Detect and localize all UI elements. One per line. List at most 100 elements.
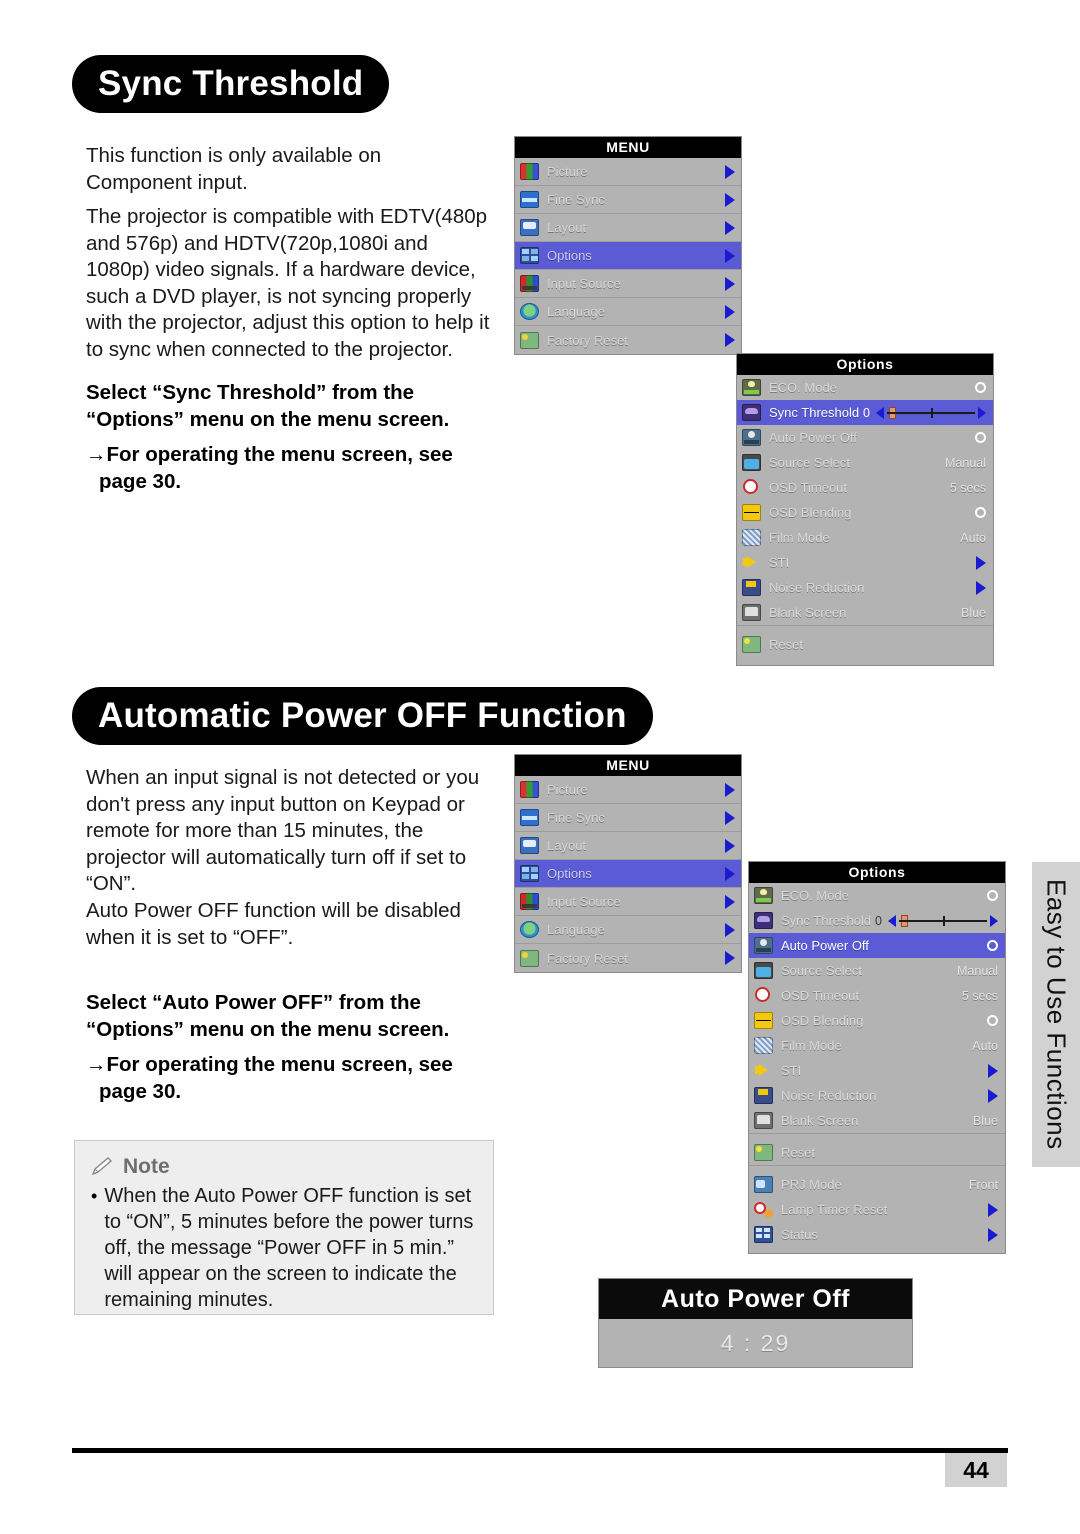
picture-icon [520, 163, 539, 180]
eco-mode-radio[interactable] [975, 382, 986, 393]
eco-mode-icon [754, 887, 773, 904]
osd-auto-power-off-countdown: 4 : 29 [599, 1319, 912, 1367]
footer-rule [72, 1448, 1008, 1453]
menu-item-fine-sync[interactable]: Fine Sync [515, 186, 741, 214]
option-reset[interactable]: Reset [737, 632, 993, 657]
option-film-mode[interactable]: Film Mode Auto [737, 525, 993, 550]
option-source-select[interactable]: Source Select Manual [737, 450, 993, 475]
option-osd-blending[interactable]: OSD Blending [737, 500, 993, 525]
auto-power-off-radio[interactable] [987, 940, 998, 951]
fine-sync-icon [520, 191, 539, 208]
option-sti-label: STI [781, 1063, 802, 1078]
option-eco-mode[interactable]: ECO. Mode [737, 375, 993, 400]
option-reset[interactable]: Reset [749, 1140, 1005, 1165]
menu-item-input-source[interactable]: Input Source [515, 888, 741, 916]
option-film-mode[interactable]: Film Mode Auto [749, 1033, 1005, 1058]
chevron-right-icon [725, 810, 735, 825]
option-auto-power-off-label: Auto Power Off [769, 430, 857, 445]
osd-blending-radio[interactable] [987, 1015, 998, 1026]
sync-threshold-instructions: Select “Sync Threshold” from the “Option… [86, 380, 506, 495]
sti-icon [754, 1062, 773, 1079]
sync-threshold-slider[interactable]: 0 [863, 406, 986, 420]
option-osd-blending[interactable]: OSD Blending [749, 1008, 1005, 1033]
option-noise-reduction[interactable]: Noise Reduction [749, 1083, 1005, 1108]
menu-item-picture[interactable]: Picture [515, 776, 741, 804]
eco-mode-icon [742, 379, 761, 396]
option-reset-label: Reset [781, 1145, 815, 1160]
option-sync-threshold-label: Sync Threshold [781, 913, 872, 928]
option-source-select[interactable]: Source Select Manual [749, 958, 1005, 983]
chevron-right-icon [725, 164, 735, 179]
increase-arrow-icon[interactable] [978, 406, 986, 419]
option-film-mode-label: Film Mode [781, 1038, 842, 1053]
decrease-arrow-icon[interactable] [888, 914, 896, 927]
sync-threshold-paragraph-1: This function is only available on Compo… [86, 144, 382, 194]
note-header: Note [91, 1155, 477, 1179]
option-eco-mode[interactable]: ECO. Mode [749, 883, 1005, 908]
option-blank-screen[interactable]: Blank Screen Blue [749, 1108, 1005, 1133]
option-auto-power-off[interactable]: Auto Power Off [749, 933, 1005, 958]
menu-item-factory-reset[interactable]: Factory Reset [515, 326, 741, 354]
chevron-right-icon [725, 304, 735, 319]
osd-auto-power-off-message: Auto Power Off 4 : 29 [598, 1278, 913, 1368]
slider-track[interactable] [887, 406, 975, 419]
picture-icon [520, 781, 539, 798]
menu-item-input-source[interactable]: Input Source [515, 270, 741, 298]
menu-item-fine-sync-label: Fine Sync [547, 810, 605, 825]
option-sti-label: STI [769, 555, 790, 570]
options-icon [520, 247, 539, 264]
chevron-right-icon [725, 192, 735, 207]
option-lamp-timer-reset[interactable]: Lamp Timer Reset [749, 1197, 1005, 1222]
blank-screen-value: Blue [960, 605, 986, 620]
option-sync-threshold[interactable]: Sync Threshold 0 [737, 400, 993, 425]
option-status[interactable]: Status [749, 1222, 1005, 1247]
menu-item-factory-reset[interactable]: Factory Reset [515, 944, 741, 972]
menu-item-layout[interactable]: Layout [515, 214, 741, 242]
menu-item-picture[interactable]: Picture [515, 158, 741, 186]
option-osd-timeout[interactable]: OSD Timeout 5 secs [737, 475, 993, 500]
option-sync-threshold[interactable]: Sync Threshold 0 [749, 908, 1005, 933]
auto-power-off-instruction-line-1: Select “Auto Power OFF” from the “Option… [86, 991, 450, 1041]
menu-item-fine-sync[interactable]: Fine Sync [515, 804, 741, 832]
eco-mode-radio[interactable] [987, 890, 998, 901]
osd-auto-power-off-title: Auto Power Off [599, 1279, 912, 1319]
osd-menu-title-bottom: MENU [515, 755, 741, 776]
menu-item-language-label: Language [547, 922, 605, 937]
menu-item-layout[interactable]: Layout [515, 832, 741, 860]
slider-knob[interactable] [901, 914, 908, 927]
auto-power-off-icon [754, 937, 773, 954]
prj-mode-icon [754, 1176, 773, 1193]
menu-item-options[interactable]: Options [515, 242, 741, 270]
sync-threshold-slider[interactable]: 0 [875, 914, 998, 928]
menu-item-language[interactable]: Language [515, 916, 741, 944]
input-source-icon [520, 893, 539, 910]
sync-threshold-value: 0 [875, 913, 882, 928]
option-blank-screen[interactable]: Blank Screen Blue [737, 600, 993, 625]
pencil-icon [91, 1157, 113, 1176]
option-film-mode-label: Film Mode [769, 530, 830, 545]
increase-arrow-icon[interactable] [990, 914, 998, 927]
chevron-right-icon [725, 894, 735, 909]
osd-blending-radio[interactable] [975, 507, 986, 518]
slider-knob[interactable] [889, 406, 896, 419]
decrease-arrow-icon[interactable] [876, 406, 884, 419]
source-select-icon [754, 962, 773, 979]
slider-track[interactable] [899, 914, 987, 927]
factory-reset-icon [520, 331, 539, 349]
option-noise-reduction[interactable]: Noise Reduction [737, 575, 993, 600]
slider-center-tick [931, 407, 933, 418]
option-sti[interactable]: STI [737, 550, 993, 575]
noise-reduction-icon [754, 1087, 773, 1104]
option-reset-label: Reset [769, 637, 803, 652]
sync-threshold-instruction-line-1: Select “Sync Threshold” from the “Option… [86, 381, 450, 431]
menu-item-language[interactable]: Language [515, 298, 741, 326]
option-prj-mode[interactable]: PRJ Mode Front [749, 1172, 1005, 1197]
menu-item-options[interactable]: Options [515, 860, 741, 888]
option-sti[interactable]: STI [749, 1058, 1005, 1083]
sync-threshold-icon [754, 912, 773, 929]
menu-item-factory-reset-label: Factory Reset [547, 950, 628, 966]
option-auto-power-off[interactable]: Auto Power Off [737, 425, 993, 450]
auto-power-off-radio[interactable] [975, 432, 986, 443]
option-osd-timeout[interactable]: OSD Timeout 5 secs [749, 983, 1005, 1008]
option-eco-mode-label: ECO. Mode [781, 888, 849, 903]
